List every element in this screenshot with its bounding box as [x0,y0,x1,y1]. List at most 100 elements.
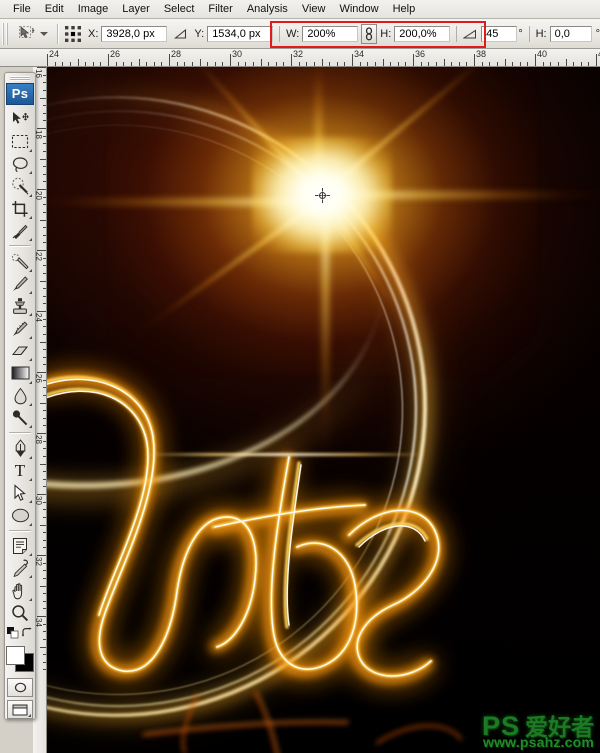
tool-brush[interactable] [7,273,33,295]
menu-item-window[interactable]: Window [332,1,385,17]
options-bar-grip[interactable] [2,23,8,45]
tool-zoom[interactable] [7,602,33,624]
document-canvas[interactable]: PS爱好者 www.psahz.com [47,67,600,753]
ruler-tick-minor [451,62,452,66]
tool-gradient[interactable] [7,362,33,384]
tool-path-selection[interactable] [7,482,33,504]
menu-item-edit[interactable]: Edit [38,1,71,17]
light-script-text [47,67,600,753]
menu-item-layer[interactable]: Layer [115,1,157,17]
tool-slice[interactable] [7,220,33,242]
tool-quick-selection[interactable] [7,175,33,197]
ruler-tick-minor [100,62,101,66]
tool-eraser[interactable] [7,340,33,362]
ruler-label: 24 [47,49,59,59]
tool-crop[interactable] [7,198,33,220]
ruler-tick-minor [405,62,406,66]
color-swatches[interactable] [6,646,34,672]
type-tool-icon: T [15,462,25,479]
menu-item-select[interactable]: Select [157,1,202,17]
ruler-tick-minor [550,62,551,66]
tool-flyout-triangle-icon [29,553,32,556]
foreground-color-swatch[interactable] [6,646,25,665]
tool-flyout-triangle-icon [29,523,32,526]
ruler-tick-minor [43,547,47,548]
tool-horizontal-type[interactable]: T [7,460,33,482]
tool-clone-stamp[interactable] [7,295,33,317]
height-input[interactable]: 200,0% [394,26,450,42]
tool-blur[interactable] [7,385,33,407]
ruler-tick-minor [43,265,47,266]
swap-colors-icon[interactable] [21,626,33,644]
ruler-tick-minor [85,62,86,66]
ruler-tick-minor [70,62,71,66]
x-label: X: [88,28,98,40]
tool-hand[interactable] [7,579,33,601]
ruler-tick-minor [314,62,315,66]
width-input[interactable]: 200% [302,26,358,42]
ruler-tick-minor [43,136,47,137]
tool-history-brush[interactable] [7,317,33,339]
ruler-tick-minor [428,62,429,66]
current-tool-preview[interactable] [11,24,52,44]
tool-lasso[interactable] [7,153,33,175]
ruler-tick-minor [40,220,46,221]
ruler-tick-minor [139,59,140,66]
tool-flyout-triangle-icon [29,149,32,152]
ruler-tick-major [37,189,46,190]
ruler-tick-minor [43,509,47,510]
tools-panel: Ps [4,72,36,720]
tool-flyout-triangle-icon [29,194,32,197]
ruler-tick-minor [43,166,47,167]
ruler-tick-minor [337,62,338,66]
tool-move[interactable] [7,108,33,130]
default-colors-icon[interactable] [7,626,19,644]
menu-item-image[interactable]: Image [71,1,116,17]
menu-item-analysis[interactable]: Analysis [240,1,295,17]
ruler-tick-major [37,494,46,495]
chain-link-icon[interactable] [361,24,377,44]
tool-eyedropper[interactable] [7,557,33,579]
tool-spot-healing-brush[interactable] [7,250,33,272]
ruler-tick-minor [43,601,47,602]
ruler-tick-minor [375,62,376,66]
tool-pen[interactable] [7,437,33,459]
delta-triangle-icon[interactable] [174,28,187,40]
ruler-tick-minor [268,62,269,66]
ruler-tick-minor [43,75,47,76]
menu-item-view[interactable]: View [295,1,333,17]
ruler-tick-minor [131,62,132,66]
tool-flyout-triangle-icon [29,403,32,406]
ruler-tick-minor [154,62,155,66]
tool-preset-chevron-down-icon[interactable] [40,32,48,36]
rotation-input[interactable]: 45 [481,26,517,42]
x-input[interactable]: 3928,0 px [101,26,167,42]
tools-panel-grip[interactable] [10,76,30,81]
ruler-tick-minor [43,395,47,396]
menu-item-help[interactable]: Help [386,1,423,17]
ruler-tick-minor [245,62,246,66]
tool-rectangular-marquee[interactable] [7,131,33,153]
y-input[interactable]: 1534,0 px [207,26,273,42]
options-separator-1 [57,24,59,44]
ruler-tick-minor [581,62,582,66]
horizontal-ruler[interactable]: 24262830323436384042 [0,49,600,67]
reference-point-grid-icon[interactable] [64,25,82,43]
ruler-tick-minor [40,159,46,160]
tool-dodge[interactable] [7,407,33,429]
ruler-tick-minor [466,62,467,66]
menu-item-file[interactable]: File [6,1,38,17]
transform-reference-point-crosshair[interactable] [315,188,330,203]
ruler-tick-minor [43,410,47,411]
skew-h-input[interactable]: 0,0 [550,26,592,42]
ruler-tick-minor [40,647,46,648]
ruler-tick-minor [43,364,47,365]
tool-notes[interactable] [7,535,33,557]
menu-item-filter[interactable]: Filter [201,1,239,17]
ruler-tick-minor [43,143,47,144]
ruler-tick-minor [43,273,47,274]
quick-mask-mode-icon[interactable] [7,678,33,697]
ruler-tick-minor [276,62,277,66]
screen-mode-icon[interactable] [7,700,33,719]
tool-ellipse-shape[interactable] [7,504,33,526]
